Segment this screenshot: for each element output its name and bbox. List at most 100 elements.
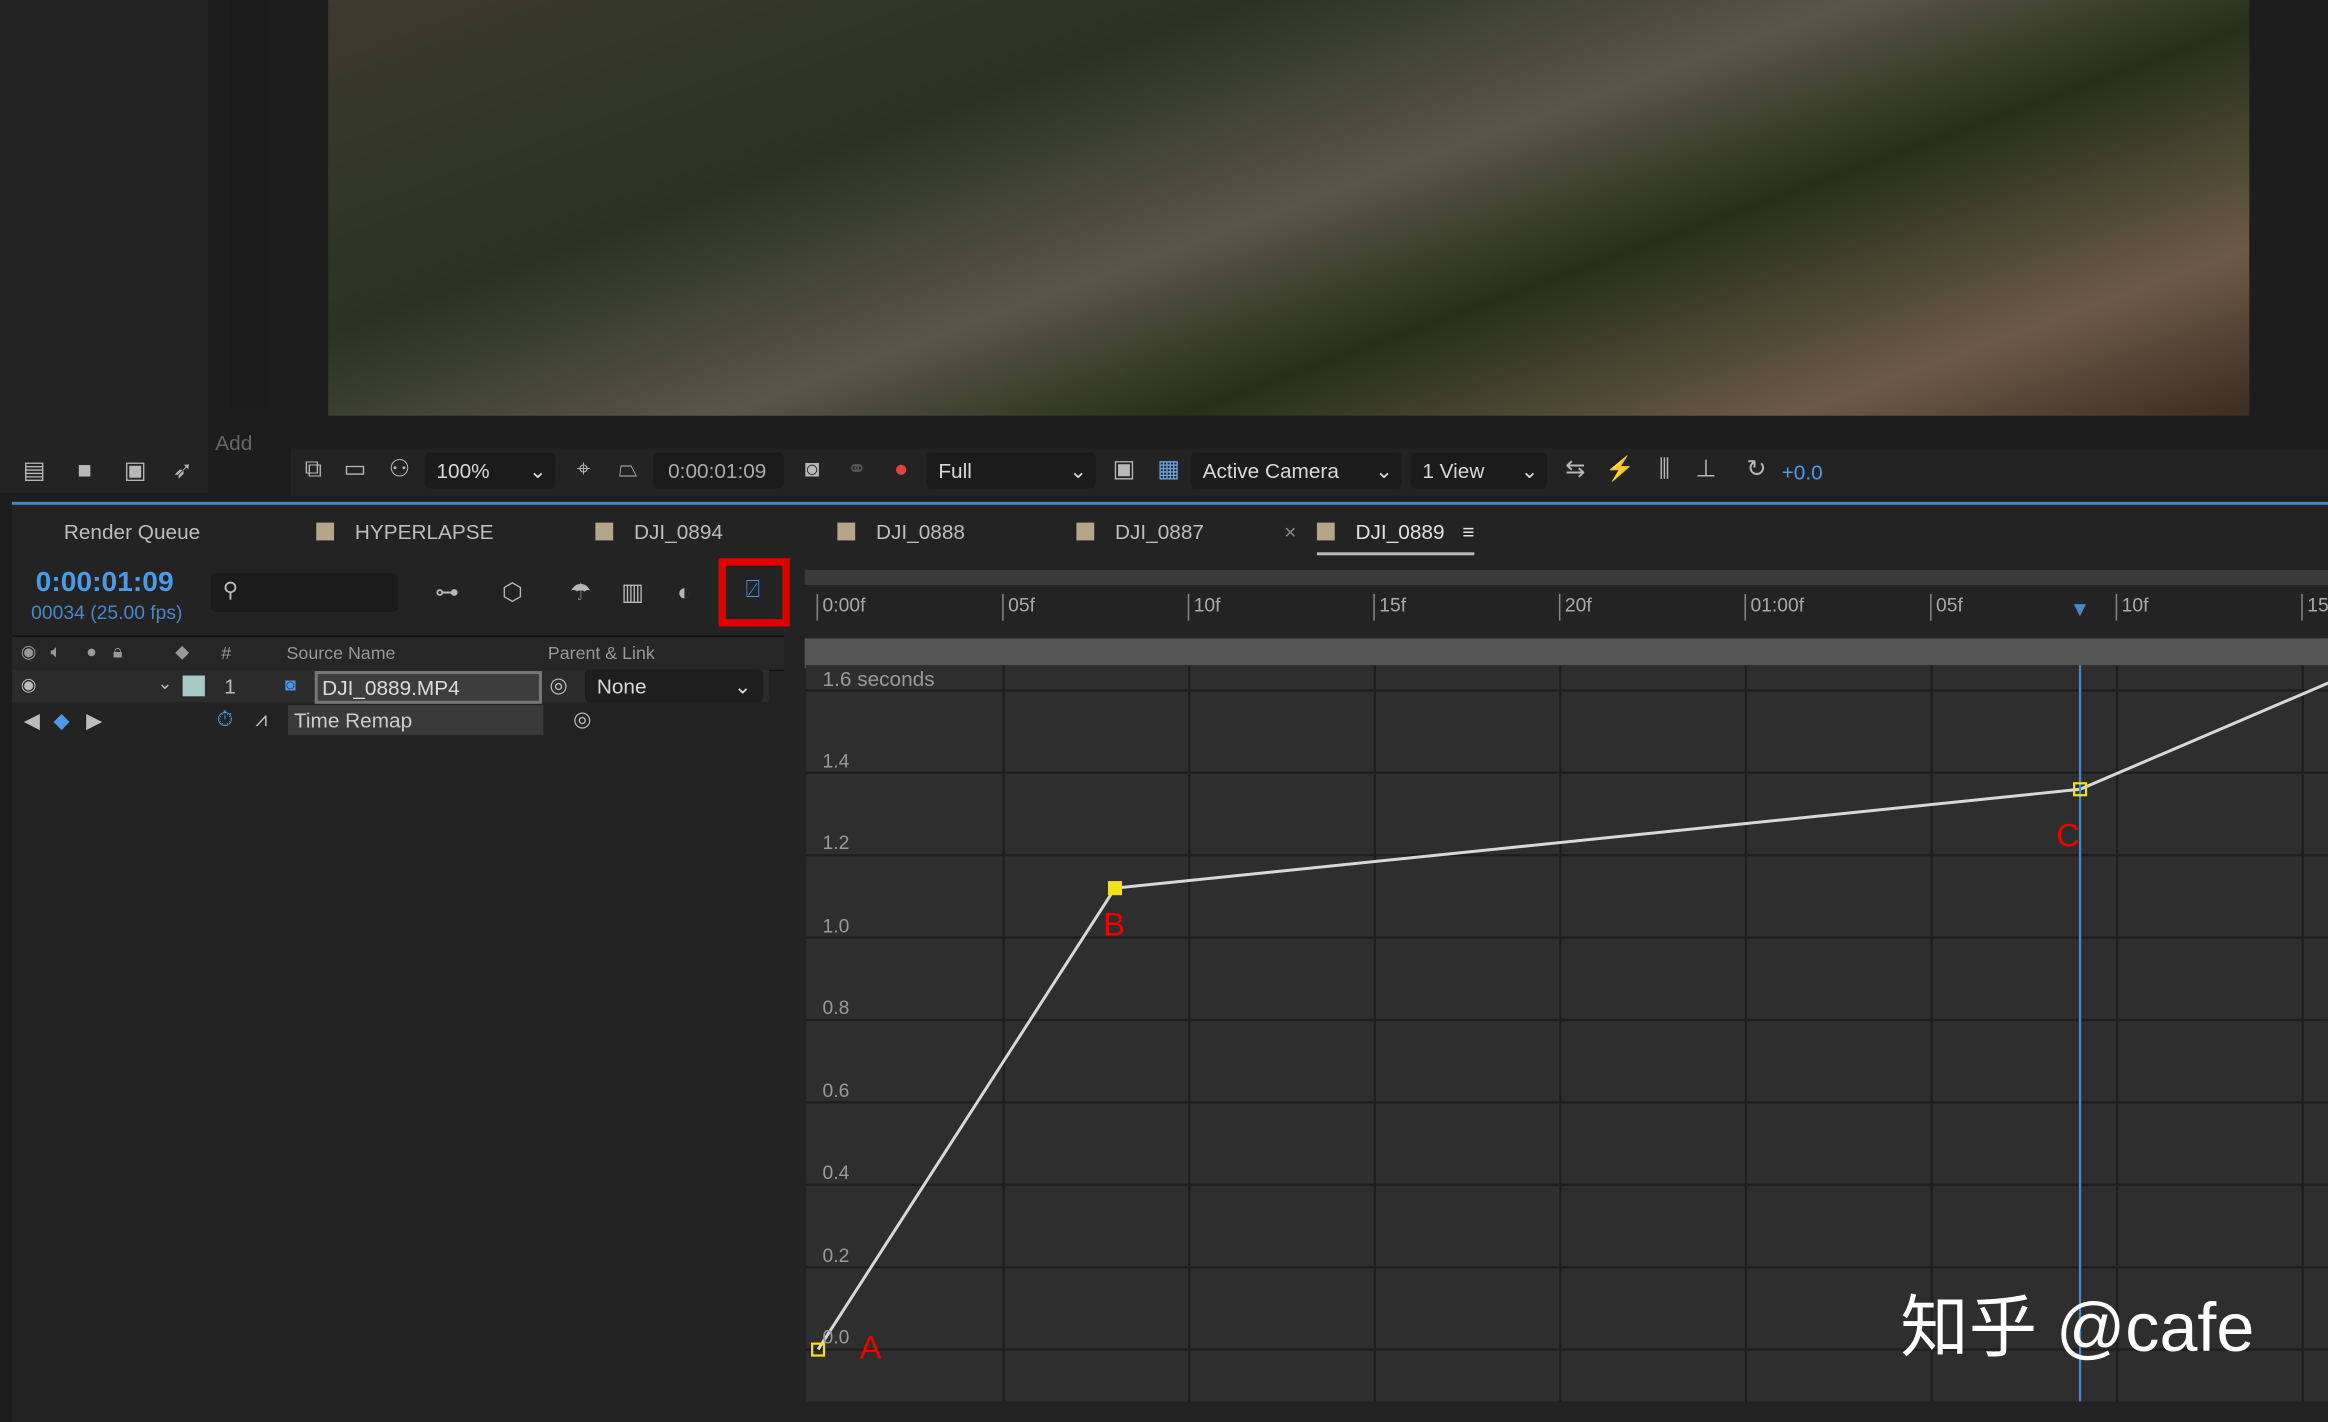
reset-exposure-icon[interactable]: ↻ (1740, 453, 1773, 489)
frame-blending-icon[interactable]: ▥ (616, 576, 649, 612)
camera-icon[interactable]: ◙ (796, 453, 829, 489)
color-channel-icon[interactable]: ● (885, 453, 918, 489)
flowchart-icon[interactable]: ⊥ (1690, 453, 1723, 489)
current-time[interactable]: 0:00:01:09 (36, 567, 174, 600)
folder-icon[interactable]: ■ (68, 454, 101, 490)
panel-menu-icon[interactable]: ≡ (1462, 520, 1474, 544)
layer-label-color[interactable] (182, 675, 205, 697)
stopwatch-icon[interactable]: ⏱ (217, 707, 233, 732)
lock-icon[interactable]: 🔒︎ (113, 641, 122, 663)
expand-chevron-icon[interactable]: ⌄ (157, 673, 172, 694)
y-tick-label: 0.0 (822, 1325, 850, 1349)
ruler-tick-label: 15f (1373, 593, 1406, 621)
pick-whip-icon[interactable]: ◎ (549, 673, 567, 698)
playhead[interactable]: ▼ (2070, 597, 2091, 621)
solo-icon[interactable]: ● (86, 641, 97, 662)
search-input[interactable]: ⚲ (210, 573, 398, 612)
new-composition-icon[interactable]: ▣ (119, 454, 152, 490)
fast-preview-icon[interactable]: ▣ (1108, 453, 1141, 489)
tab-hyperlapse[interactable]: HYPERLAPSE (316, 519, 494, 544)
draft-3d-icon[interactable]: ⬡ (496, 576, 529, 612)
toggle-pixel-aspect-icon[interactable]: ⇆ (1559, 453, 1592, 489)
show-snapshot-icon[interactable]: ⚭ (840, 453, 873, 489)
layer-row[interactable]: ◉ ⌄ 1 ◙ DJI_0889.MP4 ◎ None ⌄ (11, 669, 770, 704)
graph-editor-button[interactable]: ⍁ (718, 558, 790, 627)
footage-icon: ◙ (285, 674, 296, 695)
layer-name[interactable]: DJI_0889.MP4 (314, 671, 542, 704)
tab-label: HYPERLAPSE (354, 519, 494, 544)
scrollbar[interactable] (230, 0, 268, 409)
graph-icon[interactable]: ⩘ (255, 707, 267, 732)
work-area-bar[interactable] (804, 638, 2328, 669)
next-keyframe-icon[interactable]: ▶ (86, 708, 102, 733)
label-color-swatch (316, 522, 335, 541)
ruler-tick-label: 05f (1930, 593, 1963, 621)
timecode-field[interactable]: 0:00:01:09 (653, 452, 784, 489)
transparency-icon[interactable]: ▦ (1152, 453, 1185, 489)
parent-value: None (596, 674, 647, 698)
project-panel: Add ▤ ■ ▣ ➶ (0, 0, 268, 493)
tab-label: DJI_0889 (1355, 519, 1445, 544)
keyframe-icon[interactable]: ◆ (53, 708, 69, 733)
ruler-tick-label: 01:00f (1744, 593, 1804, 621)
interpret-footage-icon[interactable]: ▤ (18, 454, 51, 490)
audio-icon[interactable]: 🔈︎ (50, 641, 61, 663)
add-label: Add (215, 430, 253, 455)
ruler-tick-label: 05f (1002, 593, 1035, 621)
label-color-swatch (1316, 522, 1335, 541)
close-tab-icon[interactable]: × (1284, 520, 1296, 544)
parent-dropdown[interactable]: None ⌄ (584, 669, 764, 703)
ruler-tick-label: 15f (2301, 593, 2328, 621)
resolution-dropdown[interactable]: Full ⌄ (926, 452, 1096, 489)
time-ruler[interactable]: 0:00f 05f 10f 15f 20f 01:00f 05f 10f 15f ▼ (805, 588, 2328, 633)
tab-render-queue[interactable]: Render Queue (64, 520, 200, 544)
y-tick-label: 1.2 (822, 831, 850, 854)
transparency-grid-icon[interactable]: ⏢ (612, 453, 645, 489)
prev-keyframe-icon[interactable]: ◀ (24, 708, 40, 733)
viewer-toolbar: ⧉ ▭ ⚇ 100% ⌄ ⌖ ⏢ 0:00:01:09 ◙ ⚭ ● Full ⌄ ▣… (290, 448, 2328, 496)
label-color-swatch (1076, 522, 1095, 541)
graph-editor-icon: ⍁ (745, 577, 760, 603)
visibility-eye-icon[interactable]: ◉ (21, 674, 37, 695)
tab-dji-0889[interactable]: DJI_0889 ≡ (1316, 519, 1475, 556)
zoom-dropdown[interactable]: 100% ⌄ (424, 452, 556, 489)
timeline-icon[interactable]: ⫼ (1648, 453, 1681, 489)
camera-value: Active Camera (1202, 458, 1339, 483)
ruler-tick-label: 10f (1187, 593, 1221, 621)
tab-dji-0888[interactable]: DJI_0888 (837, 520, 965, 543)
motion-blur-icon[interactable]: ◐ (668, 576, 701, 612)
time-navigator[interactable] (804, 570, 2328, 585)
tab-dji-0894[interactable]: DJI_0894 (595, 520, 723, 543)
column-source-name[interactable]: Source Name (287, 643, 396, 664)
label-tag-icon[interactable]: ◆ (175, 641, 189, 662)
column-parent-link[interactable]: Parent & Link (548, 643, 655, 664)
composition-viewer[interactable] (328, 0, 2250, 416)
monitor-icon[interactable]: ▭ (339, 453, 372, 489)
keyframe-point[interactable] (1107, 881, 1123, 896)
keyframe-annotation: A (859, 1328, 882, 1366)
tab-label: DJI_0887 (1115, 519, 1204, 544)
region-of-interest-icon[interactable]: ⌖ (567, 453, 600, 489)
snapshot-icon[interactable]: ⧉ (297, 453, 330, 489)
watermark: 知乎 @cafe (1900, 1288, 2255, 1366)
tab-dji-0887[interactable]: DJI_0887 (1076, 519, 1204, 544)
shy-layers-icon[interactable]: ☂ (564, 576, 597, 612)
y-tick-label: 0.4 (822, 1161, 850, 1184)
search-icon: ⚲ (222, 577, 238, 602)
resolution-value: Full (938, 458, 972, 483)
render-icon[interactable]: ➶ (166, 454, 199, 490)
mask-icon[interactable]: ⚇ (383, 453, 416, 489)
eye-icon[interactable]: ◉ (21, 641, 37, 662)
zoom-value: 100% (436, 458, 490, 483)
frame-info: 00034 (25.00 fps) (31, 601, 183, 624)
composition-mini-flowchart-icon[interactable]: ⊶ (431, 576, 464, 612)
views-dropdown[interactable]: 1 View ⌄ (1410, 452, 1548, 489)
keyframe-annotation: B (1103, 905, 1125, 944)
exposure-value[interactable]: +0.0 (1782, 460, 1823, 484)
camera-dropdown[interactable]: Active Camera ⌄ (1190, 452, 1402, 489)
ruler-tick-label: 0:00f (816, 593, 865, 621)
fast-draft-icon[interactable]: ⚡ (1603, 453, 1636, 489)
expression-pick-whip-icon[interactable]: ◎ (573, 707, 591, 732)
y-axis-label: 1.6 seconds (822, 666, 935, 691)
time-remap-row: ◀ ◆ ▶ ⏱ ⩘ Time Remap ◎ (12, 705, 769, 738)
